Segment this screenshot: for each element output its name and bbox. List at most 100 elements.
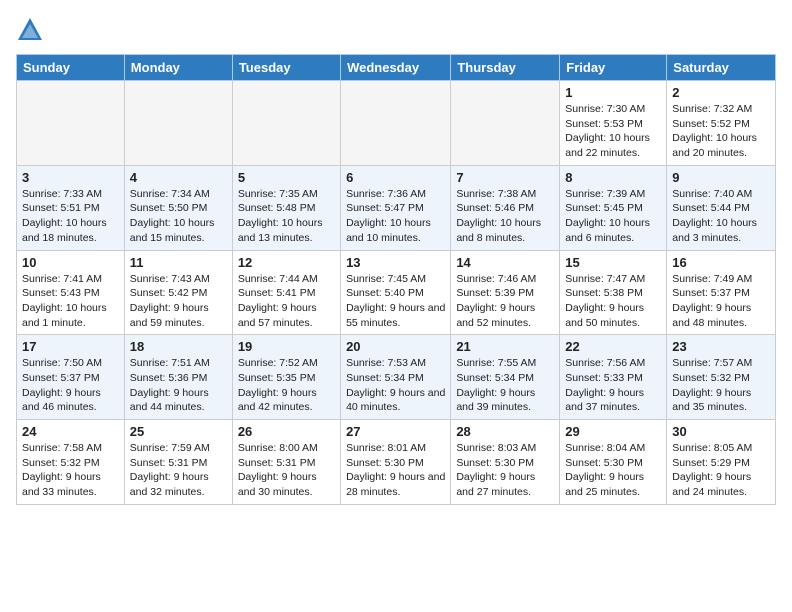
calendar-cell: 23 Sunrise: 7:57 AM Sunset: 5:32 PM Dayli… — [667, 335, 776, 420]
calendar-week-3: 10 Sunrise: 7:41 AM Sunset: 5:43 PM Dayli… — [17, 250, 776, 335]
day-info: Sunrise: 7:52 AM Sunset: 5:35 PM Dayligh… — [238, 356, 335, 415]
col-header-wednesday: Wednesday — [341, 55, 451, 81]
day-info: Sunrise: 7:32 AM Sunset: 5:52 PM Dayligh… — [672, 102, 770, 161]
calendar-cell: 5Sunrise: 7:35 AM Sunset: 5:48 PM Daylig… — [232, 165, 340, 250]
col-header-thursday: Thursday — [451, 55, 560, 81]
day-info: Sunrise: 7:55 AM Sunset: 5:34 PM Dayligh… — [456, 356, 554, 415]
header — [16, 16, 776, 44]
day-info: Sunrise: 7:33 AM Sunset: 5:51 PM Dayligh… — [22, 187, 119, 246]
day-number: 29 — [565, 424, 661, 439]
calendar-cell: 10 Sunrise: 7:41 AM Sunset: 5:43 PM Dayli… — [17, 250, 125, 335]
calendar-cell: 8 Sunrise: 7:39 AM Sunset: 5:45 PM Daylig… — [560, 165, 667, 250]
day-info: Sunrise: 7:57 AM Sunset: 5:32 PM Dayligh… — [672, 356, 770, 415]
day-info: Sunrise: 8:03 AM Sunset: 5:30 PM Dayligh… — [456, 441, 554, 500]
calendar-cell — [451, 81, 560, 166]
day-number: 26 — [238, 424, 335, 439]
day-number: 16 — [672, 255, 770, 270]
calendar-cell: 2 Sunrise: 7:32 AM Sunset: 5:52 PM Daylig… — [667, 81, 776, 166]
day-info: Sunrise: 7:51 AM Sunset: 5:36 PM Dayligh… — [130, 356, 227, 415]
day-number: 13 — [346, 255, 445, 270]
calendar-cell: 20Sunrise: 7:53 AM Sunset: 5:34 PM Dayli… — [341, 335, 451, 420]
day-info: Sunrise: 7:56 AM Sunset: 5:33 PM Dayligh… — [565, 356, 661, 415]
calendar-cell: 29 Sunrise: 8:04 AM Sunset: 5:30 PM Dayli… — [560, 420, 667, 505]
calendar-cell — [232, 81, 340, 166]
day-number: 28 — [456, 424, 554, 439]
day-number: 3 — [22, 170, 119, 185]
day-number: 14 — [456, 255, 554, 270]
calendar-cell: 9 Sunrise: 7:40 AM Sunset: 5:44 PM Daylig… — [667, 165, 776, 250]
col-header-tuesday: Tuesday — [232, 55, 340, 81]
page: SundayMondayTuesdayWednesdayThursdayFrid… — [0, 0, 792, 515]
day-info: Sunrise: 8:04 AM Sunset: 5:30 PM Dayligh… — [565, 441, 661, 500]
day-info: Sunrise: 7:40 AM Sunset: 5:44 PM Dayligh… — [672, 187, 770, 246]
col-header-saturday: Saturday — [667, 55, 776, 81]
day-info: Sunrise: 7:36 AM Sunset: 5:47 PM Dayligh… — [346, 187, 445, 246]
day-info: Sunrise: 7:46 AM Sunset: 5:39 PM Dayligh… — [456, 272, 554, 331]
calendar-cell: 3 Sunrise: 7:33 AM Sunset: 5:51 PM Daylig… — [17, 165, 125, 250]
day-number: 6 — [346, 170, 445, 185]
calendar-cell: 16Sunrise: 7:49 AM Sunset: 5:37 PM Dayli… — [667, 250, 776, 335]
day-info: Sunrise: 8:00 AM Sunset: 5:31 PM Dayligh… — [238, 441, 335, 500]
calendar-header-row: SundayMondayTuesdayWednesdayThursdayFrid… — [17, 55, 776, 81]
calendar-cell: 18 Sunrise: 7:51 AM Sunset: 5:36 PM Dayli… — [124, 335, 232, 420]
day-number: 1 — [565, 85, 661, 100]
calendar-cell: 26 Sunrise: 8:00 AM Sunset: 5:31 PM Dayli… — [232, 420, 340, 505]
day-info: Sunrise: 7:45 AM Sunset: 5:40 PM Dayligh… — [346, 272, 445, 331]
calendar-cell: 1 Sunrise: 7:30 AM Sunset: 5:53 PM Daylig… — [560, 81, 667, 166]
day-number: 8 — [565, 170, 661, 185]
col-header-sunday: Sunday — [17, 55, 125, 81]
day-number: 23 — [672, 339, 770, 354]
calendar-cell: 28 Sunrise: 8:03 AM Sunset: 5:30 PM Dayli… — [451, 420, 560, 505]
day-number: 19 — [238, 339, 335, 354]
day-info: Sunrise: 8:05 AM Sunset: 5:29 PM Dayligh… — [672, 441, 770, 500]
day-info: Sunrise: 7:50 AM Sunset: 5:37 PM Dayligh… — [22, 356, 119, 415]
calendar-cell: 13 Sunrise: 7:45 AM Sunset: 5:40 PM Dayli… — [341, 250, 451, 335]
calendar-week-1: 1 Sunrise: 7:30 AM Sunset: 5:53 PM Daylig… — [17, 81, 776, 166]
day-info: Sunrise: 7:38 AM Sunset: 5:46 PM Dayligh… — [456, 187, 554, 246]
calendar-week-2: 3 Sunrise: 7:33 AM Sunset: 5:51 PM Daylig… — [17, 165, 776, 250]
calendar-week-4: 17 Sunrise: 7:50 AM Sunset: 5:37 PM Dayli… — [17, 335, 776, 420]
calendar-cell: 11 Sunrise: 7:43 AM Sunset: 5:42 PM Dayli… — [124, 250, 232, 335]
calendar-table: SundayMondayTuesdayWednesdayThursdayFrid… — [16, 54, 776, 505]
calendar-cell: 15Sunrise: 7:47 AM Sunset: 5:38 PM Dayli… — [560, 250, 667, 335]
day-info: Sunrise: 7:30 AM Sunset: 5:53 PM Dayligh… — [565, 102, 661, 161]
day-info: Sunrise: 7:43 AM Sunset: 5:42 PM Dayligh… — [130, 272, 227, 331]
day-info: Sunrise: 7:53 AM Sunset: 5:34 PM Dayligh… — [346, 356, 445, 415]
day-info: Sunrise: 7:44 AM Sunset: 5:41 PM Dayligh… — [238, 272, 335, 331]
day-number: 9 — [672, 170, 770, 185]
day-info: Sunrise: 7:41 AM Sunset: 5:43 PM Dayligh… — [22, 272, 119, 331]
day-number: 17 — [22, 339, 119, 354]
calendar-cell: 30 Sunrise: 8:05 AM Sunset: 5:29 PM Dayli… — [667, 420, 776, 505]
calendar-cell: 25Sunrise: 7:59 AM Sunset: 5:31 PM Dayli… — [124, 420, 232, 505]
calendar-cell: 6 Sunrise: 7:36 AM Sunset: 5:47 PM Daylig… — [341, 165, 451, 250]
day-info: Sunrise: 8:01 AM Sunset: 5:30 PM Dayligh… — [346, 441, 445, 500]
day-number: 4 — [130, 170, 227, 185]
day-number: 22 — [565, 339, 661, 354]
day-info: Sunrise: 7:59 AM Sunset: 5:31 PM Dayligh… — [130, 441, 227, 500]
day-number: 11 — [130, 255, 227, 270]
day-number: 27 — [346, 424, 445, 439]
calendar-cell: 21 Sunrise: 7:55 AM Sunset: 5:34 PM Dayli… — [451, 335, 560, 420]
day-number: 10 — [22, 255, 119, 270]
day-number: 18 — [130, 339, 227, 354]
day-info: Sunrise: 7:47 AM Sunset: 5:38 PM Dayligh… — [565, 272, 661, 331]
calendar-cell: 7Sunrise: 7:38 AM Sunset: 5:46 PM Daylig… — [451, 165, 560, 250]
day-number: 24 — [22, 424, 119, 439]
calendar-cell — [17, 81, 125, 166]
day-number: 2 — [672, 85, 770, 100]
day-number: 21 — [456, 339, 554, 354]
calendar-cell: 14 Sunrise: 7:46 AM Sunset: 5:39 PM Dayli… — [451, 250, 560, 335]
day-info: Sunrise: 7:39 AM Sunset: 5:45 PM Dayligh… — [565, 187, 661, 246]
calendar-cell: 19 Sunrise: 7:52 AM Sunset: 5:35 PM Dayli… — [232, 335, 340, 420]
day-info: Sunrise: 7:58 AM Sunset: 5:32 PM Dayligh… — [22, 441, 119, 500]
calendar-cell: 12Sunrise: 7:44 AM Sunset: 5:41 PM Dayli… — [232, 250, 340, 335]
day-info: Sunrise: 7:35 AM Sunset: 5:48 PM Dayligh… — [238, 187, 335, 246]
col-header-friday: Friday — [560, 55, 667, 81]
calendar-week-5: 24 Sunrise: 7:58 AM Sunset: 5:32 PM Dayli… — [17, 420, 776, 505]
day-number: 30 — [672, 424, 770, 439]
calendar-cell: 24 Sunrise: 7:58 AM Sunset: 5:32 PM Dayli… — [17, 420, 125, 505]
calendar-cell: 27 Sunrise: 8:01 AM Sunset: 5:30 PM Dayli… — [341, 420, 451, 505]
logo-icon — [16, 16, 44, 44]
col-header-monday: Monday — [124, 55, 232, 81]
logo — [16, 16, 48, 44]
